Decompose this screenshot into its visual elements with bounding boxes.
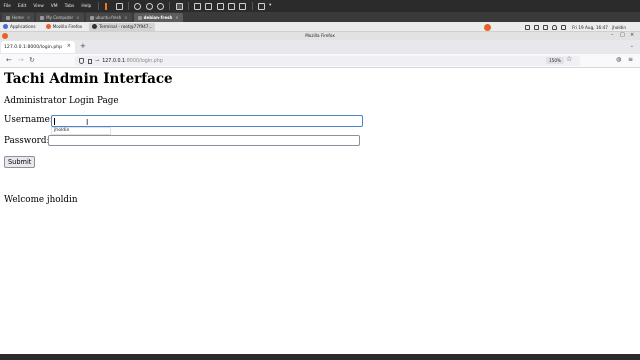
url-bar[interactable]: ⊸ 127.0.0.1 :8000/login.php: [75, 56, 580, 66]
page-info-icon[interactable]: [88, 58, 92, 64]
system-tray: Fri 19 Aug, 16:47 jholdin: [521, 23, 626, 31]
clock[interactable]: Fri 19 Aug, 16:47: [572, 25, 608, 30]
firefox-tray-icon[interactable]: [484, 24, 491, 31]
close-window-icon[interactable]: ×: [630, 32, 634, 38]
task-label: Mozilla Firefox: [52, 24, 83, 29]
autocomplete-suggestion[interactable]: jholdin: [51, 127, 111, 135]
vm-tab-label: debian-fresh: [143, 15, 173, 20]
computer-icon: [40, 15, 45, 20]
vm-tab-debian-fresh[interactable]: debian-fresh ×: [133, 13, 183, 22]
clipboard-icon[interactable]: [534, 24, 540, 30]
browser-tab-login[interactable]: 127.0.0.1:8000/login.php ×: [1, 41, 75, 53]
mouse-cursor-icon: I: [86, 118, 89, 127]
url-host: 127.0.0.1: [102, 58, 126, 64]
vm-icon: [137, 15, 142, 20]
vm-tab-my-computer[interactable]: My Computer ×: [36, 13, 84, 22]
forward-icon[interactable]: →: [18, 56, 24, 65]
vm-tab-ubuntu-fresh[interactable]: ubuntu-fresh ×: [85, 13, 132, 22]
chevron-down-icon[interactable]: ▾: [269, 3, 274, 10]
vm-menu-help[interactable]: Help: [78, 4, 95, 9]
terminal-icon[interactable]: [175, 2, 183, 10]
snapshot-icon[interactable]: [134, 2, 142, 10]
user-menu[interactable]: jholdin: [612, 25, 626, 30]
navigation-toolbar: ← → ↻ ⊸ 127.0.0.1 :8000/login.php 150% ☆…: [0, 54, 640, 68]
notification-icon[interactable]: [552, 24, 558, 30]
close-icon[interactable]: ×: [27, 15, 30, 20]
new-tab-icon[interactable]: +: [80, 42, 86, 50]
firefox-icon: [45, 24, 51, 29]
applications-menu[interactable]: Applications: [0, 23, 39, 31]
page-subtitle: Administrator Login Page: [4, 96, 119, 106]
page-content: Tachi Admin Interface Administrator Logi…: [0, 69, 640, 354]
vm-icon: [89, 15, 94, 20]
unity-icon[interactable]: [239, 2, 247, 10]
divider: [97, 2, 99, 10]
hamburger-menu-icon[interactable]: ≡: [628, 56, 633, 63]
close-tab-icon[interactable]: ×: [67, 43, 71, 49]
window-titlebar: Mozilla Firefox – □ ×: [0, 32, 640, 40]
close-icon[interactable]: ×: [76, 15, 79, 20]
divider: [187, 2, 189, 10]
vm-menubar: File Edit View VM Tabs Help ▾: [0, 0, 640, 19]
pocket-icon[interactable]: ◍: [616, 56, 621, 63]
vm-tab-label: Home: [12, 15, 24, 20]
list-tabs-icon[interactable]: ⌄: [630, 43, 634, 49]
vm-tab-label: My Computer: [46, 15, 74, 20]
taskbar-terminal[interactable]: Terminal - root@77f947...: [89, 22, 156, 31]
fullscreen-icon[interactable]: [228, 2, 236, 10]
divider: [251, 2, 253, 10]
browser-tab-strip: 127.0.0.1:8000/login.php × + ⌄: [0, 40, 640, 54]
network-icon[interactable]: [525, 24, 531, 30]
close-icon[interactable]: ×: [175, 15, 178, 20]
zoom-level-badge[interactable]: 150%: [546, 57, 564, 64]
terminal-icon: [92, 24, 98, 29]
battery-icon[interactable]: [543, 24, 549, 30]
view-thumbnail-icon[interactable]: [205, 2, 213, 10]
vm-menu-tabs[interactable]: Tabs: [61, 4, 78, 9]
reload-icon[interactable]: ↻: [29, 56, 35, 65]
url-path: :8000/login.php: [125, 58, 163, 64]
username-label: Username:: [4, 115, 53, 125]
password-label: Password:: [4, 136, 50, 146]
key-icon[interactable]: ⊸: [95, 58, 99, 64]
vm-library-icon[interactable]: [116, 2, 124, 10]
vm-menu-vm[interactable]: VM: [47, 4, 61, 9]
volume-icon[interactable]: [561, 24, 567, 30]
username-input[interactable]: [51, 115, 363, 127]
divider: [169, 2, 171, 10]
bookmark-star-icon[interactable]: ☆: [566, 55, 572, 63]
task-label: Terminal - root@77f947...: [99, 24, 153, 29]
taskbar-firefox[interactable]: Mozilla Firefox: [43, 23, 86, 31]
page-title: Tachi Admin Interface: [4, 71, 173, 87]
pause-icon[interactable]: [104, 2, 111, 19]
home-icon: [6, 15, 10, 20]
back-icon[interactable]: ←: [6, 56, 12, 65]
text-caret: [54, 118, 55, 125]
maximize-icon[interactable]: □: [620, 32, 625, 38]
close-icon[interactable]: ×: [124, 15, 127, 20]
desktop-panel: Applications Mozilla Firefox Terminal - …: [0, 22, 640, 32]
vm-menu-edit[interactable]: Edit: [14, 4, 30, 9]
vm-tab-home[interactable]: Home ×: [2, 13, 35, 22]
vm-menu-file[interactable]: File: [0, 4, 14, 9]
password-input[interactable]: [48, 135, 360, 146]
submit-button[interactable]: Submit: [4, 156, 36, 168]
applications-icon: [3, 24, 8, 29]
window-title: Mozilla Firefox: [305, 33, 335, 38]
vm-status-bar: [0, 354, 640, 360]
vm-tab-label: ubuntu-fresh: [95, 15, 122, 20]
task-label: Applications: [10, 24, 36, 29]
tracking-protection-icon[interactable]: [79, 58, 84, 64]
revert-snapshot-icon[interactable]: [145, 2, 153, 10]
minimize-icon[interactable]: –: [611, 32, 614, 38]
welcome-message: Welcome jholdin: [4, 195, 78, 205]
manage-snapshots-icon[interactable]: [157, 2, 165, 10]
view-console-icon[interactable]: [216, 2, 224, 10]
divider: [128, 2, 130, 10]
vm-menu-view[interactable]: View: [30, 4, 47, 9]
browser-tab-title: 127.0.0.1:8000/login.php: [4, 44, 63, 50]
view-sidebar-icon[interactable]: [193, 2, 201, 10]
vm-tab-bar: Home × My Computer × ubuntu-fresh × debian-…: [0, 12, 640, 22]
stretch-icon[interactable]: [257, 2, 265, 10]
